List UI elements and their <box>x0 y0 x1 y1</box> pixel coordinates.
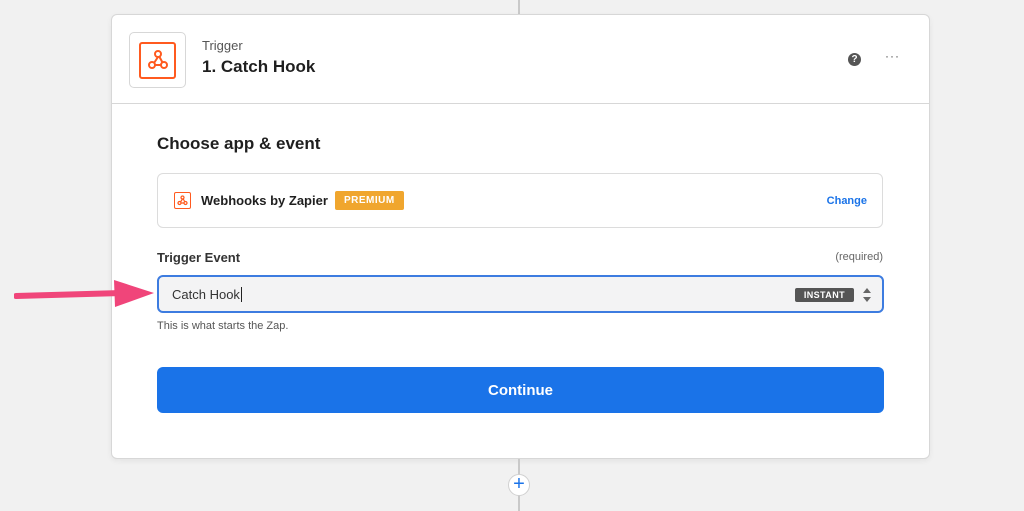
text-cursor <box>240 287 242 302</box>
required-indicator: (required) <box>835 251 883 263</box>
step-title: 1. Catch Hook <box>202 57 316 76</box>
trigger-event-value: Catch Hook <box>172 287 242 302</box>
annotation-arrow-icon <box>14 280 154 307</box>
continue-button[interactable]: Continue <box>157 367 884 413</box>
connector-line-top <box>518 0 520 14</box>
add-step-button[interactable]: + <box>508 474 530 496</box>
help-icon[interactable]: ? <box>848 53 861 66</box>
webhook-icon <box>139 41 176 79</box>
helper-text: This is what starts the Zap. <box>157 320 289 332</box>
trigger-event-value-text: Catch Hook <box>172 287 240 302</box>
select-arrows-icon[interactable] <box>862 286 872 304</box>
trigger-event-select[interactable]: Catch Hook INSTANT <box>157 275 884 313</box>
step-kind-label: Trigger <box>202 38 243 53</box>
trigger-event-label: Trigger Event <box>157 250 241 265</box>
app-tile <box>129 32 186 88</box>
webhook-icon <box>174 192 191 209</box>
app-name: Webhooks by Zapier <box>201 193 328 208</box>
change-app-link[interactable]: Change <box>827 195 867 207</box>
zap-step-card: Trigger 1. Catch Hook ? ··· Choose app &… <box>111 14 930 459</box>
more-options-icon[interactable]: ··· <box>885 49 900 63</box>
step-header: Trigger 1. Catch Hook ? ··· <box>112 15 929 104</box>
section-title: Choose app & event <box>157 134 321 153</box>
instant-badge: INSTANT <box>794 288 854 302</box>
premium-badge: PREMIUM <box>335 191 404 210</box>
selected-app-row: Webhooks by Zapier PREMIUM Change <box>157 173 883 228</box>
